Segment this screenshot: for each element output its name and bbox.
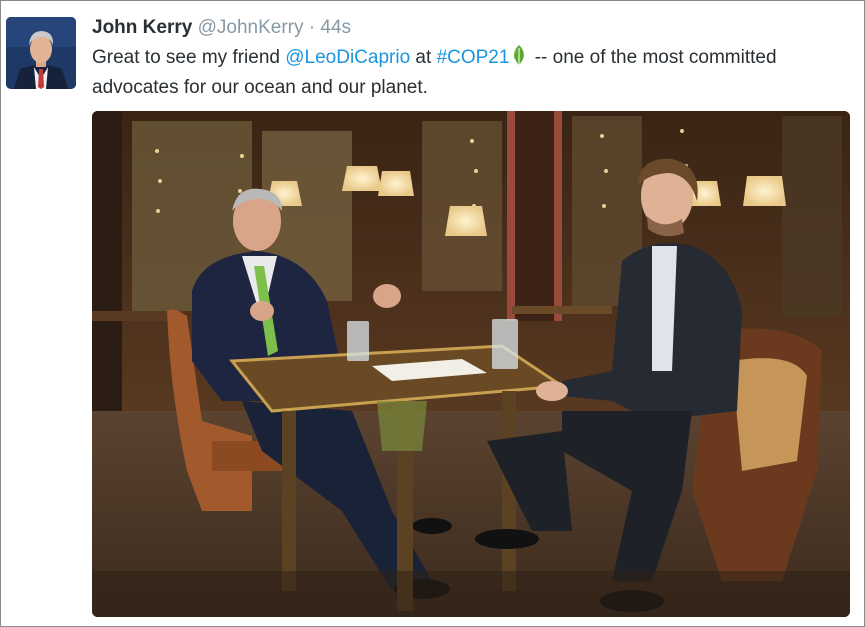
mention-link[interactable]: @LeoDiCaprio: [285, 47, 410, 68]
tweet-header: John Kerry @JohnKerry · 44s: [92, 17, 351, 39]
tweet-card: John Kerry @JohnKerry · 44s Great to see…: [0, 0, 865, 627]
green-leaf-icon: [511, 44, 527, 74]
author-avatar[interactable]: [6, 17, 76, 89]
tweet-text-part2: at: [410, 47, 437, 68]
tweet-photo[interactable]: [92, 111, 850, 617]
tweet-text-part1: Great to see my friend: [92, 47, 286, 68]
hashtag-link[interactable]: #COP21: [437, 47, 510, 68]
header-separator: ·: [308, 17, 316, 38]
author-name[interactable]: John Kerry: [92, 17, 192, 38]
tweet-text: Great to see my friend @LeoDiCaprio at #…: [92, 44, 812, 101]
tweet-timestamp[interactable]: 44s: [320, 17, 351, 38]
author-handle[interactable]: @JohnKerry: [198, 17, 304, 38]
